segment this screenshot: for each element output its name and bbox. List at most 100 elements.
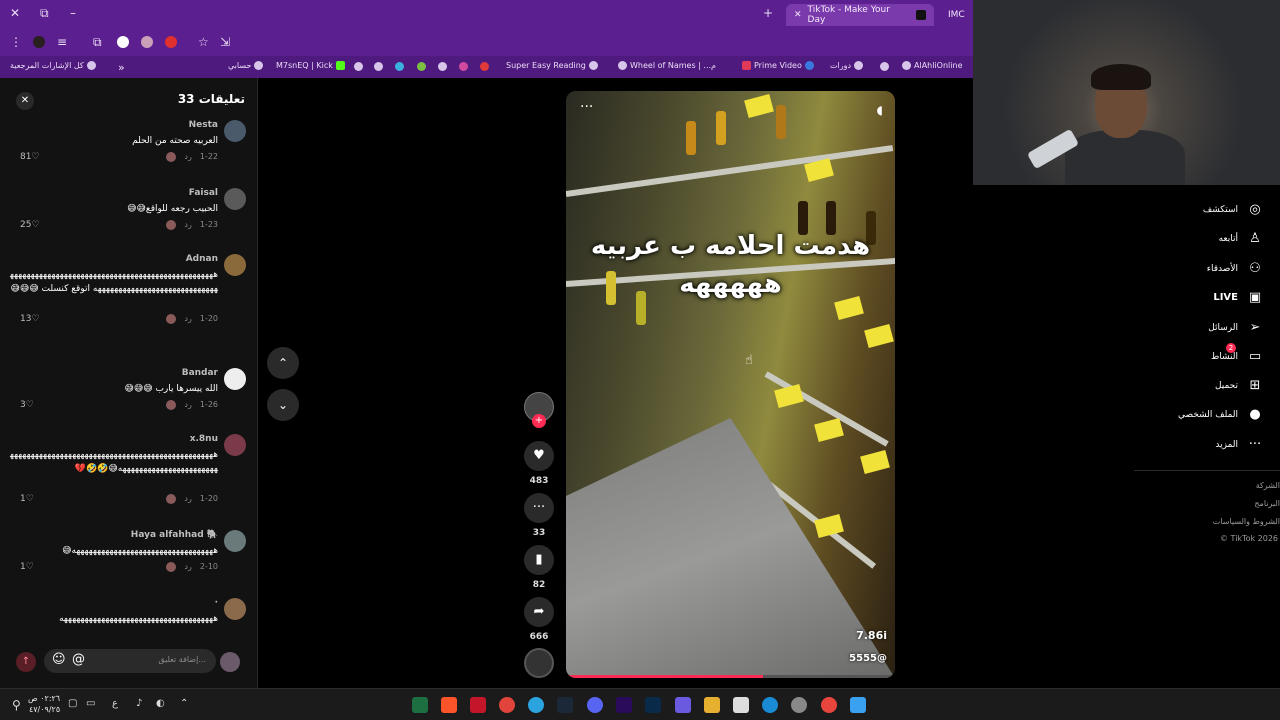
store-icon[interactable] [733,697,749,713]
commenter-avatar[interactable] [224,434,246,456]
wifi-icon[interactable]: ⚲ [12,698,21,712]
extension-icon[interactable] [33,36,45,48]
commenter-avatar[interactable] [224,530,246,552]
bookmarks-overflow-icon[interactable]: » [118,61,125,74]
commenter-name[interactable]: · [215,598,218,608]
app-icon[interactable] [791,697,807,713]
follow-plus-icon[interactable]: + [532,414,546,428]
footer-link[interactable]: الشروط والسياسات [1213,517,1280,526]
sidebar-item-friends[interactable]: ⚇ الأصدقاء [1207,261,1264,276]
battery-icon[interactable]: ▭ [86,698,95,709]
commenter-name[interactable]: Bandar [182,368,218,378]
sidebar-item-profile-avatar[interactable]: ● الملف الشخصي [1178,407,1264,422]
commenter-name[interactable]: Adnan [186,254,218,264]
file-explorer-icon[interactable] [704,697,720,713]
close-comments-icon[interactable]: ✕ [16,92,34,110]
extension-icon[interactable] [165,36,177,48]
tab-close-icon[interactable]: ✕ [794,10,802,20]
app-icon[interactable] [675,697,691,713]
notification-icon[interactable]: ▢ [68,698,77,709]
bookmark-item[interactable]: M7snEQ | Kick [276,61,345,70]
music-disc-icon[interactable] [524,648,554,678]
bookmark-item[interactable]: حسابي [228,61,264,70]
tray-overflow-icon[interactable]: ⌃ [180,698,188,709]
commenter-name[interactable]: Faisal [189,188,218,198]
comment-like-button[interactable]: 1♡ [20,494,34,504]
comment-like-button[interactable]: 3♡ [20,400,34,410]
steam-icon[interactable] [557,697,573,713]
telegram-icon[interactable] [528,697,544,713]
globe-icon[interactable] [880,62,889,71]
discord-icon[interactable] [587,697,603,713]
app-icon[interactable] [470,697,486,713]
bookmark-item[interactable]: Prime Video [742,61,814,70]
comment-like-button[interactable]: 1♡ [20,562,34,572]
microphone-icon[interactable]: ♪ [136,698,142,709]
comment-like-button[interactable]: 13♡ [20,314,40,324]
premiere-icon[interactable] [616,697,632,713]
globe-icon[interactable] [354,62,363,71]
app-icon[interactable] [395,62,404,71]
extensions-puzzle-icon[interactable]: ⧉ [93,35,102,50]
app-icon[interactable] [417,62,426,71]
next-video-button[interactable]: ⌄ [267,389,299,421]
commenter-avatar[interactable] [224,254,246,276]
sidebar-item-user-follow[interactable]: ♙ أتابعه [1219,231,1264,246]
commenter-name[interactable]: Haya alfahhad 🐘 [131,530,218,540]
app-icon[interactable] [480,62,489,71]
send-comment-button[interactable]: ↑ [16,652,36,672]
comment-button[interactable]: ··· [524,493,554,523]
window-minimize-icon[interactable]: – [70,6,76,20]
mention-icon[interactable]: @ [72,652,85,667]
send-to-devices-icon[interactable]: ⇲ [220,35,230,49]
chrome-icon[interactable] [821,697,837,713]
sidebar-item-send[interactable]: ➢ الرسائل [1208,320,1264,335]
comment-like-button[interactable]: 25♡ [20,220,40,230]
previous-video-button[interactable]: ⌃ [267,347,299,379]
bookmark-item[interactable]: AlAhliOnline [902,61,963,70]
reply-link[interactable]: رد [184,152,191,162]
bookmark-item[interactable]: دورات [830,61,864,70]
window-restore-icon[interactable]: ⧉ [40,6,49,21]
sidebar-item-upload[interactable]: ⊞ تحميل [1215,378,1264,393]
sidebar-item-compass[interactable]: ◎ استكشف [1203,202,1264,217]
reply-link[interactable]: رد [184,314,191,324]
app-icon[interactable] [499,697,515,713]
footer-link[interactable]: البرنامج [1254,499,1280,508]
more-options-icon[interactable]: ··· [580,99,593,115]
video-progress-bar[interactable] [566,675,895,678]
volume-icon[interactable]: ◖ [877,103,883,117]
window-close-icon[interactable]: ✕ [10,6,20,20]
commenter-avatar[interactable] [224,368,246,390]
system-clock[interactable]: ٠٢:٢٦ ص ٤٧/٠٩/٢٥ [28,693,60,715]
commenter-avatar[interactable] [224,120,246,142]
tab-tiktok[interactable]: ✕ TikTok - Make Your Day [786,4,934,26]
share-button[interactable]: ➦ [524,597,554,627]
like-button[interactable]: ♥ [524,441,554,471]
commenter-avatar[interactable] [224,188,246,210]
bookmark-item[interactable]: Super Easy Reading [506,61,598,70]
sidebar-item-activity[interactable]: ▭ النشاط 2 [1211,343,1264,364]
reply-link[interactable]: رد [184,220,191,230]
comment-input[interactable]: ☺ @ إضافة تعليق... [44,649,216,673]
video-player[interactable]: ··· ◖ هدمت احلامه ب عربيه هههههه 7.86i 5… [566,91,895,678]
reply-link[interactable]: رد [184,400,191,410]
screen-record-icon[interactable]: ◐ [156,698,165,709]
bookmark-all[interactable]: كل الإشارات المرجعية [10,61,96,70]
reply-link[interactable]: رد [184,562,191,572]
extension-icon[interactable] [141,36,153,48]
edge-icon[interactable] [762,697,778,713]
globe-icon[interactable] [374,62,383,71]
sidebar-item-more[interactable]: ··· المزيد [1215,437,1264,452]
new-tab-icon[interactable]: + [763,6,773,20]
commenter-name[interactable]: Nesta [189,120,218,130]
footer-link[interactable]: الشركة [1256,481,1280,490]
language-indicator[interactable]: ع [112,698,118,709]
sidebar-item-live-tv[interactable]: ▣ LIVE [1213,290,1264,305]
windows-start-icon[interactable] [850,697,866,713]
bookmark-star-icon[interactable]: ☆ [198,35,209,49]
emoji-icon[interactable]: ☺ [52,652,66,667]
extension-icon[interactable] [117,36,129,48]
brave-icon[interactable] [441,697,457,713]
app-icon[interactable] [459,62,468,71]
